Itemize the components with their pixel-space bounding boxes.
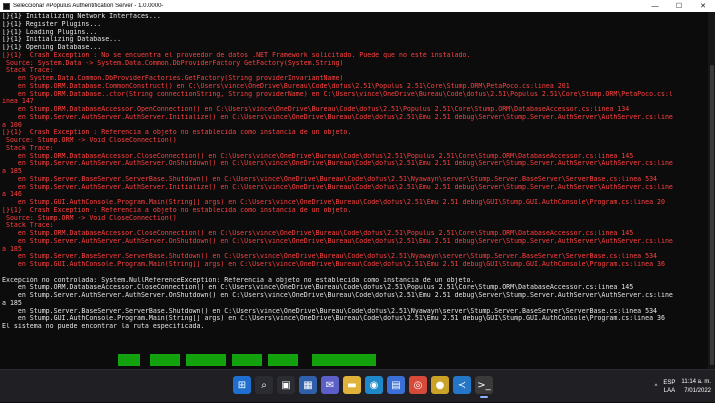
console-line: en Stump.GUI.AuthConsole.Program.Main(St… <box>2 315 665 323</box>
console-line: a 185 <box>2 168 22 175</box>
console-line: en Stump.ORM.DatabaseAccessor.CloseConne… <box>2 152 634 160</box>
console-line: en Stump.GUI.AuthConsole.Program.Main(St… <box>2 199 665 206</box>
console-line: [}{1} Crash Exception : No se encuentra … <box>2 51 471 59</box>
console-scrollbar[interactable] <box>708 12 715 369</box>
console-line: [}{1} Initializing Database... <box>2 36 122 44</box>
file-explorer-icon[interactable]: ▬ <box>343 376 361 394</box>
green-artifact-block <box>118 354 140 366</box>
console-line: en System.Data.Common.DbProviderFactorie… <box>2 75 344 82</box>
console-line: en Stump.Server.AuthServer.AuthServer.In… <box>2 183 673 191</box>
console-line: en Stump.Server.AuthServer.AuthServer.In… <box>2 113 673 121</box>
console-line: [}{1} Initializing Network Interfaces... <box>2 13 161 20</box>
console-line: Stack Trace: <box>2 222 54 230</box>
green-artifact-block <box>232 354 262 366</box>
console-line: Stack Trace: <box>2 67 54 75</box>
console-line: en Stump.ORM.DatabaseAccessor.CloseConne… <box>2 230 634 237</box>
console-line: a 185 <box>2 299 22 307</box>
console-line: en Stump.ORM.Database.CommonConstruct() … <box>2 82 570 90</box>
maximize-button[interactable]: ☐ <box>667 0 691 12</box>
edge-icon[interactable]: ◉ <box>365 376 383 394</box>
console-app-icon <box>3 2 10 10</box>
window-titlebar[interactable]: Seleccionar #Populus Authentification Se… <box>0 0 715 12</box>
console-line: a 100 <box>2 121 22 129</box>
window-title: Seleccionar #Populus Authentification Se… <box>13 3 164 9</box>
system-tray: ^ ESP LAA 11:14 a. m. 7/01/2022 <box>655 370 711 403</box>
console-line: a 185 <box>2 245 22 253</box>
console-line: El sistema no puede encontrar la ruta es… <box>2 323 205 330</box>
console-line: Source: Stump.ORM -> Void CloseConnectio… <box>2 137 177 144</box>
vscode-icon[interactable]: ≺ <box>453 376 471 394</box>
task-view-icon[interactable]: ▣ <box>277 376 295 394</box>
console-line: en Stump.ORM.DatabaseAccessor.CloseConne… <box>2 284 634 292</box>
terminal-icon[interactable]: >_ <box>475 376 493 398</box>
clock-date: 7/01/2022 <box>684 387 711 394</box>
app-icon[interactable]: ● <box>431 376 449 394</box>
console-line: en Stump.Server.BaseServer.ServerBase.Sh… <box>2 253 658 261</box>
console-output[interactable]: [}{1} Initializing Network Interfaces...… <box>0 12 708 369</box>
taskbar-apps: ⊞ ⌕ ▣ ▦ ✉ ▬ ◉ ▤ ◎ ● ≺ >_ <box>233 376 493 398</box>
store-icon[interactable]: ▤ <box>387 376 405 394</box>
console-line: en Stump.Server.BaseServer.ServerBase.Sh… <box>2 175 658 183</box>
console-line: a 146 <box>2 191 22 199</box>
keyboard-layout: LAA <box>663 387 676 394</box>
console-line: Source: System.Data -> System.Data.Commo… <box>2 59 344 67</box>
taskbar: ⊞ ⌕ ▣ ▦ ✉ ▬ ◉ ▤ ◎ ● ≺ >_ ^ ESP LAA 11:14 a. m. 7/01… <box>0 369 715 402</box>
chrome-icon[interactable]: ◎ <box>409 376 427 394</box>
console-line: Stack Trace: <box>2 144 54 152</box>
console-line: [}{1} Opening Database... <box>2 44 102 51</box>
clock-time: 11:14 a. m. <box>681 378 711 385</box>
start-icon[interactable]: ⊞ <box>233 376 251 394</box>
clock[interactable]: 11:14 a. m. 7/01/2022 <box>681 378 711 396</box>
console-line: [}{1} Crash Exception : Referencia a obj… <box>2 129 352 137</box>
console-line: en Stump.ORM.Database..ctor(String conne… <box>2 90 673 98</box>
chat-icon[interactable]: ✉ <box>321 376 339 394</box>
minimize-button[interactable]: — <box>643 0 667 12</box>
search-icon[interactable]: ⌕ <box>255 376 273 394</box>
widgets-icon[interactable]: ▦ <box>299 376 317 394</box>
green-artifact-block <box>268 354 298 366</box>
tray-overflow-chevron-icon[interactable]: ^ <box>655 384 658 390</box>
scrollbar-thumb[interactable] <box>710 65 714 365</box>
console-line: [}{1} Register Plugins... <box>2 20 102 28</box>
console-line: en Stump.Server.AuthServer.AuthServer.On… <box>2 160 673 168</box>
console-line: en Stump.Server.BaseServer.ServerBase.Sh… <box>2 307 658 315</box>
console-line: en Stump.Server.AuthServer.AuthServer.On… <box>2 292 673 299</box>
green-artifact-block <box>186 354 226 366</box>
console-line: en Stump.GUI.AuthConsole.Program.Main(St… <box>2 261 665 268</box>
console-line: Excepción no controlada: System.NullRefe… <box>2 276 475 284</box>
console-line: en Stump.ORM.DatabaseAccessor.OpenConnec… <box>2 106 630 113</box>
input-language[interactable]: ESP LAA <box>663 379 675 395</box>
green-artifact-block <box>150 354 180 366</box>
console-line: [}{1} Loading Plugins... <box>2 28 98 36</box>
console-line: en Stump.Server.AuthServer.AuthServer.On… <box>2 237 673 245</box>
console-line: ínea 147 <box>2 98 34 106</box>
close-button[interactable]: ✕ <box>691 0 715 12</box>
language-code: ESP <box>663 379 676 386</box>
console-line: [}{1} Crash Exception : Referencia a obj… <box>2 206 352 214</box>
green-artifact-block <box>312 354 376 366</box>
console-line: Source: Stump.ORM -> Void CloseConnectio… <box>2 214 177 222</box>
